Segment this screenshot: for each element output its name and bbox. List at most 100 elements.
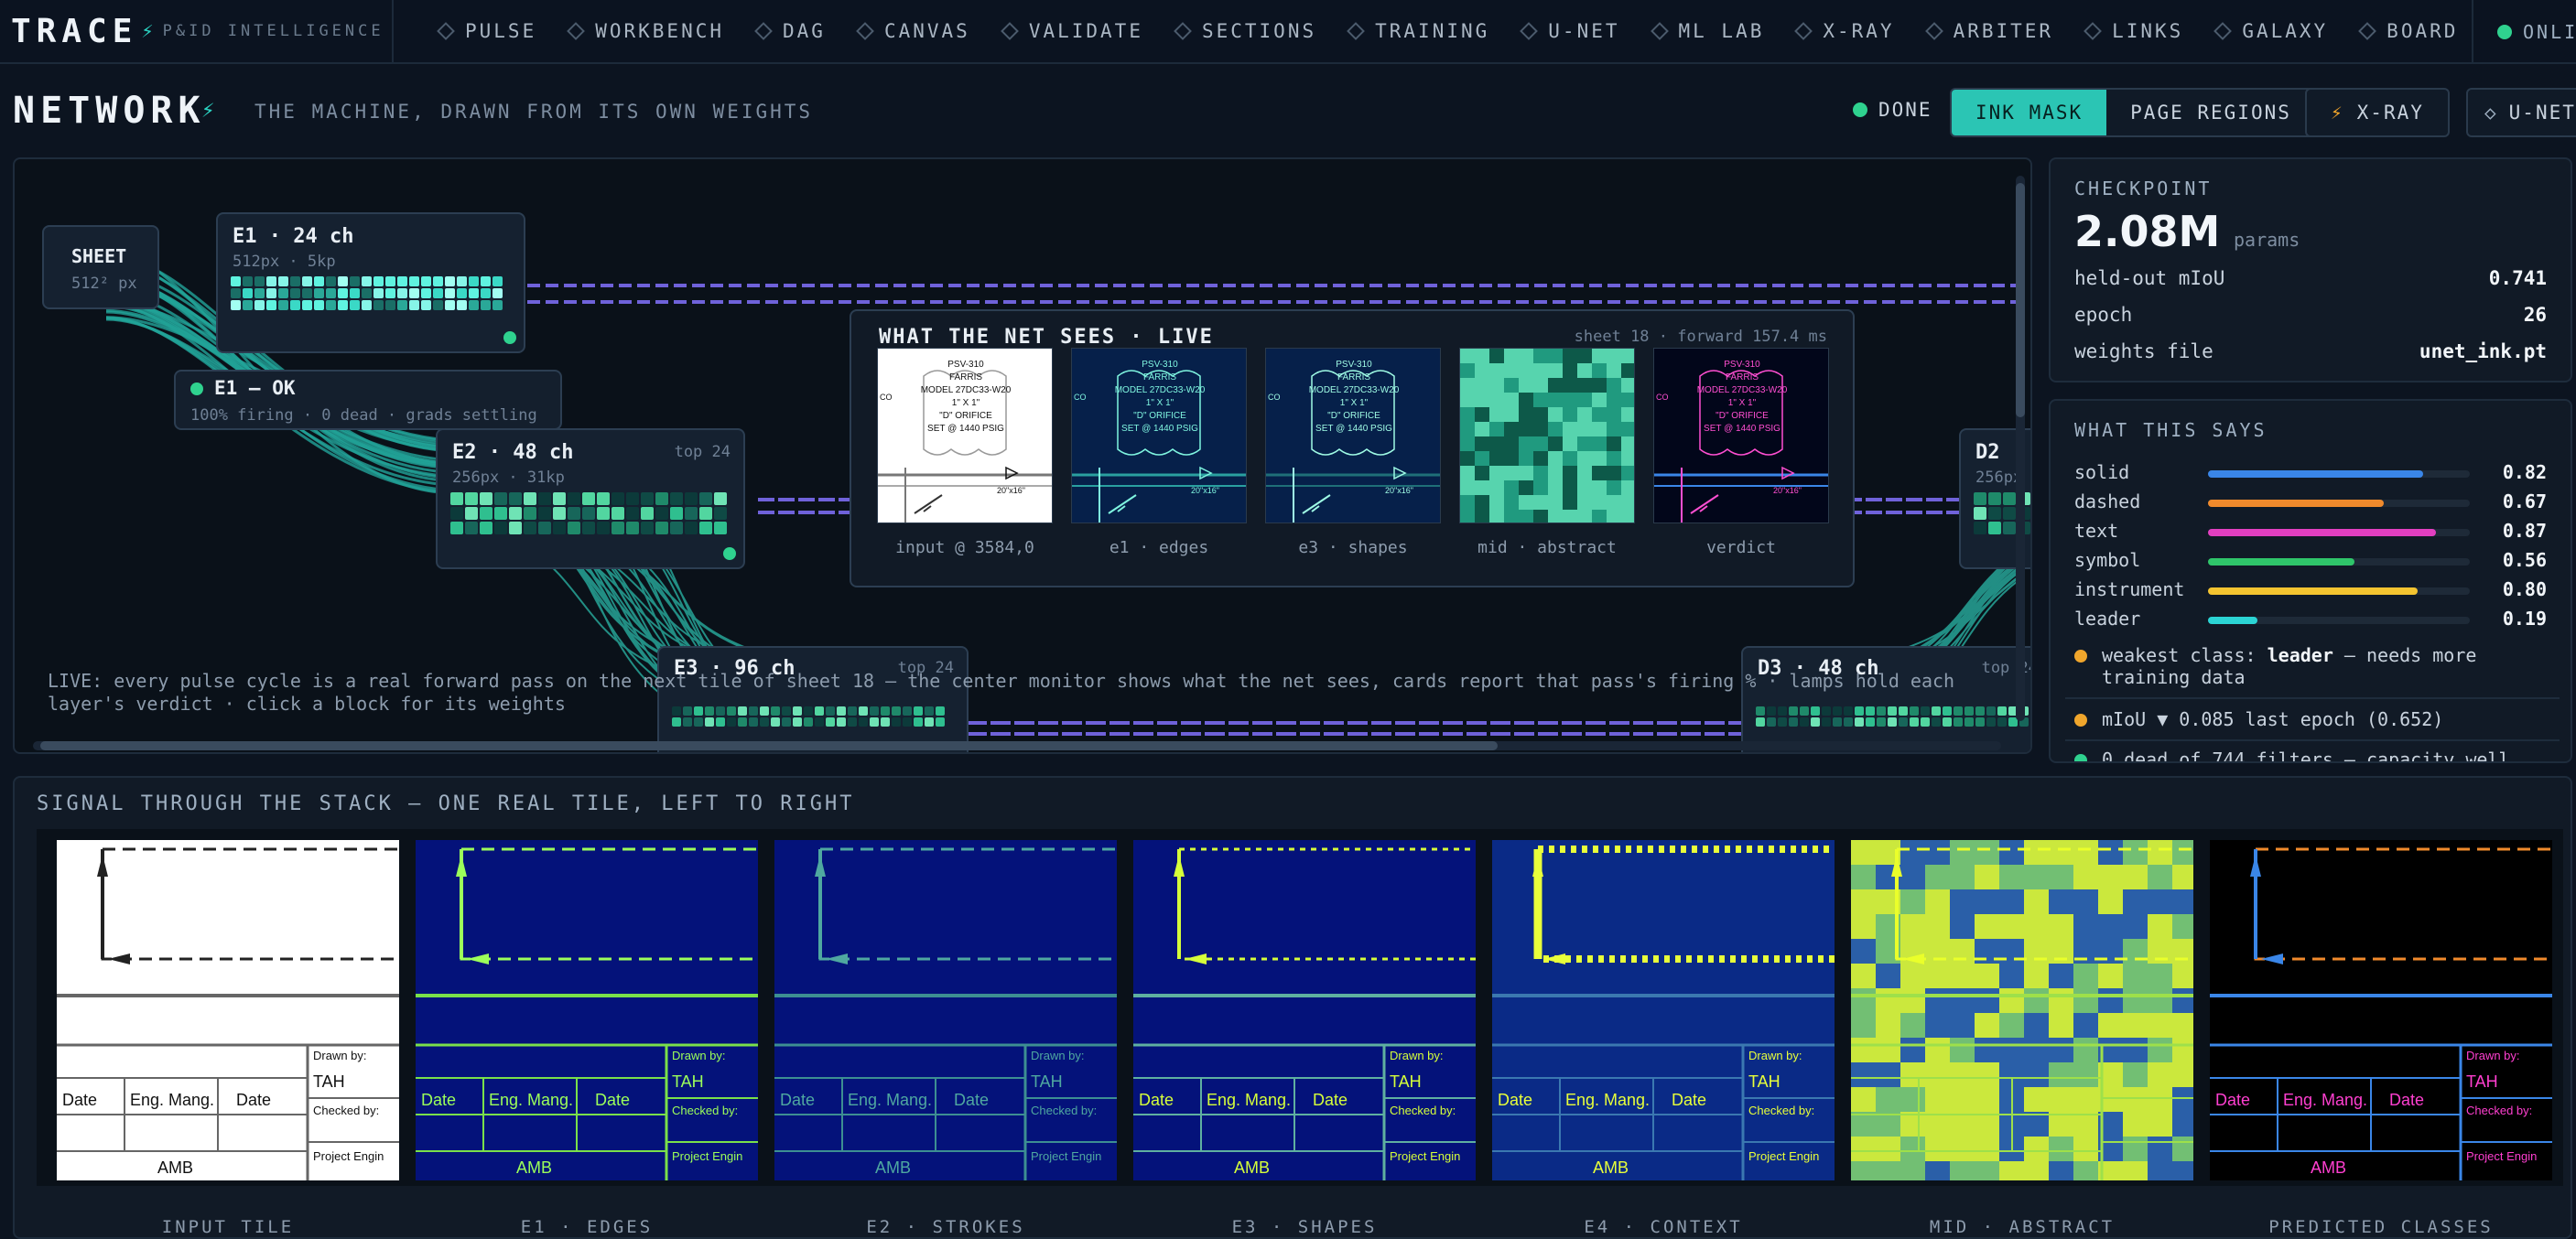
- epoch-label: epoch: [2074, 304, 2133, 326]
- svg-text:"D" ORIFICE: "D" ORIFICE: [1716, 411, 1769, 421]
- activation-cell: [362, 288, 372, 298]
- activation-cell: [290, 300, 300, 310]
- class-bar-fill-instrument: [2208, 587, 2418, 595]
- e1-status-card[interactable]: E1 — OK 100% firing · 0 dead · grads set…: [174, 370, 562, 430]
- nav-item-u-net[interactable]: U-NET: [1506, 0, 1636, 63]
- stack-tile-6: Date Eng. Mang. Date AMB Drawn by: TAH Checked…: [2210, 840, 2552, 1180]
- nav-item-pulse[interactable]: PULSE: [423, 0, 553, 63]
- activation-cell: [1833, 717, 1842, 727]
- sheet-node[interactable]: SHEET 512² px: [42, 225, 159, 309]
- monitor-tile-0: PSV-310 FARRIS MODEL 27DC33-W20 1" X 1" "D" …: [877, 348, 1053, 523]
- activation-cell: [892, 717, 901, 727]
- activation-cell: [2003, 507, 2016, 520]
- stack-caption-0: INPUT TILE: [161, 1217, 295, 1237]
- unet-button[interactable]: ◇ U-NET: [2466, 88, 2576, 137]
- svg-text:TAH: TAH: [672, 1072, 704, 1091]
- nav-item-canvas[interactable]: CANVAS: [842, 0, 987, 63]
- activation-cell: [457, 300, 467, 310]
- activation-cell: [492, 276, 503, 286]
- activation-cell: [1767, 717, 1776, 727]
- nav-item-sections[interactable]: SECTIONS: [1160, 0, 1333, 63]
- activation-cell: [457, 288, 467, 298]
- svg-text:Drawn by:: Drawn by:: [2466, 1049, 2520, 1062]
- activation-cell: [254, 276, 265, 286]
- activation-cell: [231, 288, 241, 298]
- nav-item-galaxy[interactable]: GALAXY: [2200, 0, 2344, 63]
- nav-label: BOARD: [2387, 20, 2459, 42]
- activation-cell: [771, 717, 780, 727]
- nav-item-validate[interactable]: VALIDATE: [987, 0, 1160, 63]
- activation-cell: [582, 522, 595, 534]
- svg-text:TAH: TAH: [1748, 1072, 1780, 1091]
- nav-item-x-ray[interactable]: X-RAY: [1780, 0, 1910, 63]
- svg-text:Checked by:: Checked by:: [1390, 1104, 1456, 1117]
- activation-cell: [1988, 507, 2001, 520]
- nav-label: DAG: [783, 20, 826, 42]
- class-bar-fill-symbol: [2208, 558, 2355, 566]
- activation-cell: [568, 522, 580, 534]
- activation-cell: [350, 276, 360, 286]
- activation-cell: [266, 276, 276, 286]
- brand[interactable]: TRACE ⚡ P&ID INTELLIGENCE: [0, 0, 394, 63]
- class-value-symbol: 0.56: [2502, 549, 2547, 571]
- class-bar-track: [2208, 617, 2470, 624]
- nav-label: LINKS: [2112, 20, 2184, 42]
- nav-item-workbench[interactable]: WORKBENCH: [553, 0, 741, 63]
- activation-cell: [641, 507, 654, 520]
- stack-tile-4: Date Eng. Mang. Date AMB Drawn by: TAH Checked…: [1492, 840, 1835, 1180]
- xray-button[interactable]: ⚡ X-RAY: [2305, 88, 2450, 137]
- activation-cell: [243, 276, 253, 286]
- diamond-icon: [754, 22, 773, 40]
- activation-cell: [445, 300, 455, 310]
- activation-cell: [254, 288, 265, 298]
- activation-cell: [314, 300, 324, 310]
- network-canvas[interactable]: SHEET 512² px E1 · 24 ch 512px · 5kp E1 …: [13, 157, 2032, 754]
- activation-cell: [373, 288, 384, 298]
- svg-text:"D" ORIFICE: "D" ORIFICE: [939, 411, 992, 421]
- e2-node[interactable]: E2 · 48 ch top 24 256px · 31kp: [436, 428, 745, 569]
- stack-tile-graphic: Date Eng. Mang. Date AMB Drawn by: TAH Checked…: [2210, 847, 2552, 1180]
- done-dot-icon: [1853, 102, 1867, 117]
- activation-cell: [793, 717, 802, 727]
- page-regions-tab[interactable]: PAGE REGIONS: [2106, 90, 2315, 135]
- activation-cell: [397, 300, 407, 310]
- nav-item-dag[interactable]: DAG: [741, 0, 842, 63]
- activation-cell: [1974, 522, 1986, 534]
- e2-node-meta: 256px · 31kp: [452, 469, 565, 487]
- svg-text:PSV-310: PSV-310: [1724, 360, 1760, 370]
- svg-text:FARRIS: FARRIS: [1337, 372, 1370, 382]
- activation-cell: [469, 288, 479, 298]
- activation-cell: [1932, 717, 1941, 727]
- activation-cell: [716, 717, 725, 727]
- activation-cell: [641, 522, 654, 534]
- activation-cell: [568, 507, 580, 520]
- activation-cell: [641, 492, 654, 505]
- horizontal-scroll-thumb[interactable]: [40, 741, 1498, 750]
- activation-cell: [278, 276, 288, 286]
- monitor-caption-0: input @ 3584,0: [895, 538, 1034, 557]
- nav-item-board[interactable]: BOARD: [2344, 0, 2474, 63]
- activation-cell: [1974, 507, 1986, 520]
- stack-tile-graphic: [1851, 840, 2193, 1180]
- monitor-caption-2: e3 · shapes: [1298, 538, 1408, 557]
- svg-text:MODEL 27DC33-W20: MODEL 27DC33-W20: [1697, 385, 1788, 395]
- activation-cell: [685, 492, 698, 505]
- nav-item-arbiter[interactable]: ARBITER: [1911, 0, 2071, 63]
- nav-label: VALIDATE: [1028, 20, 1143, 42]
- svg-text:Project Engin: Project Engin: [2466, 1149, 2537, 1163]
- nav-item-ml-lab[interactable]: ML LAB: [1637, 0, 1781, 63]
- stack-caption-4: E4 · CONTEXT: [1584, 1217, 1743, 1237]
- ink-mask-tab[interactable]: INK MASK: [1952, 90, 2107, 135]
- class-value-instrument: 0.80: [2502, 578, 2547, 600]
- stack-tile-3: Date Eng. Mang. Date AMB Drawn by: TAH Checked…: [1133, 840, 1476, 1180]
- nav-item-links[interactable]: LINKS: [2070, 0, 2200, 63]
- nav-item-training[interactable]: TRAINING: [1333, 0, 1506, 63]
- weakest-pre: weakest class:: [2102, 644, 2268, 666]
- vertical-scroll-thumb[interactable]: [2016, 183, 2025, 417]
- diamond-icon: [437, 22, 455, 40]
- activation-cell: [450, 522, 463, 534]
- miou-trend-note: mIoU ▼ 0.085 last epoch (0.652): [2074, 708, 2560, 730]
- e1-node[interactable]: E1 · 24 ch 512px · 5kp: [216, 212, 525, 353]
- activation-cell: [409, 288, 419, 298]
- activation-cell: [553, 507, 566, 520]
